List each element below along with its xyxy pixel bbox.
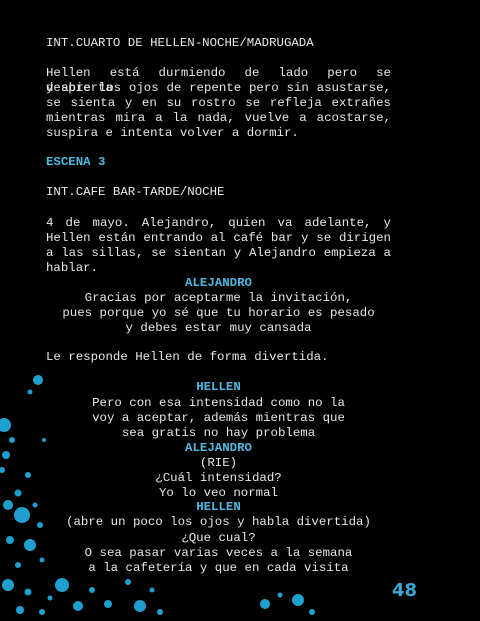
dialogue-line: Gracias por aceptarme la invitación, — [84, 291, 353, 305]
character-cue: ALEJANDRO — [185, 441, 252, 455]
action-line: 4 de mayo. Alejandro, quien va adelante,… — [46, 216, 391, 230]
dialogue-line: ¿Cuál intensidad? — [155, 471, 282, 485]
action-line: y abre los ojos de repente pero sin asus… — [46, 81, 391, 95]
dialogue-line: O sea pasar varias veces a la semana — [84, 546, 353, 560]
action-line: hablar. — [46, 261, 99, 275]
dialogue-line: Pero con esa intensidad como no la — [92, 396, 345, 410]
parenthetical: (abre un poco los ojos y habla divertida… — [66, 515, 371, 529]
action-line: se sienta y en su rostro se refleja extr… — [46, 96, 391, 110]
dialogue-line: sea gratis no hay problema — [121, 426, 316, 440]
page-number: 48 — [392, 580, 418, 601]
action-line: Hellen están entrando al café bar y se d… — [46, 231, 391, 245]
action-line: mientras mira a la nada, vuelve a acosta… — [46, 111, 391, 125]
scene-heading: INT.CUARTO DE HELLEN-NOCHE/MADRUGADA — [46, 36, 314, 50]
dialogue-line: Yo lo veo normal — [159, 486, 278, 500]
scene-heading: INT.CAFE BAR-TARDE/NOCHE — [46, 185, 225, 199]
action-line: Le responde Hellen de forma divertida. — [46, 350, 329, 364]
script-page: INT.CUARTO DE HELLEN-NOCHE/MADRUGADA Hel… — [0, 0, 480, 621]
action-line: suspira e intenta volver a dormir. — [46, 126, 299, 140]
dialogue-line: pues porque yo sé que tu horario es pesa… — [62, 306, 375, 320]
character-cue: ALEJANDRO — [185, 276, 252, 290]
dialogue-line: a la cafetería y que en cada visita — [88, 561, 349, 575]
parenthetical: (RIE) — [199, 456, 238, 470]
character-cue: HELLEN — [196, 500, 241, 514]
scene-label: ESCENA 3 — [46, 155, 106, 169]
dialogue-line: y debes estar muy cansada — [125, 321, 312, 335]
action-line: a las sillas, se sientan y Alejandro emp… — [46, 246, 391, 260]
character-cue: HELLEN — [196, 380, 241, 394]
dialogue-line: ¿Que cual? — [181, 531, 256, 545]
dialogue-line: voy a aceptar, además mientras que — [92, 411, 345, 425]
